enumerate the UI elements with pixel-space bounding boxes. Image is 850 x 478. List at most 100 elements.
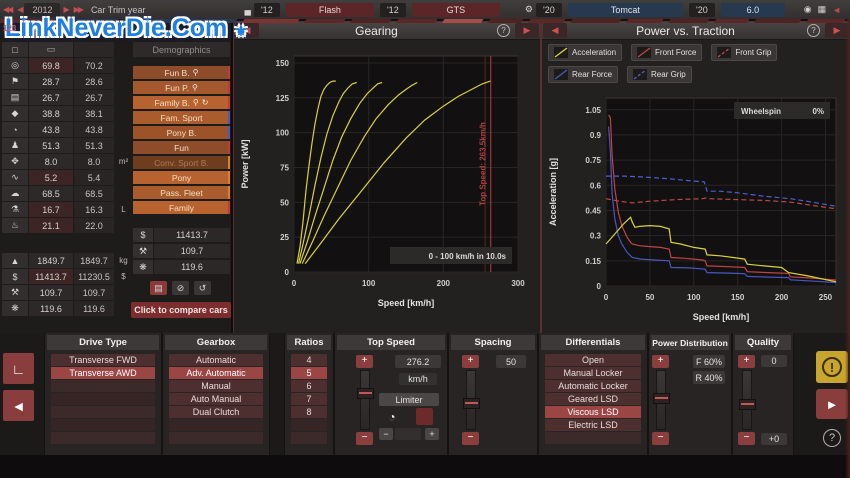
trim-variant-year-badge: '12	[380, 3, 406, 17]
top-speed-minus-button[interactable]: −	[356, 432, 373, 445]
power-dist-minus-button[interactable]: −	[652, 432, 669, 445]
ban-icon[interactable]: ⊘	[172, 281, 189, 295]
legend-front-force[interactable]: Front Force	[631, 44, 702, 61]
top-speed-slider-handle[interactable]	[357, 388, 374, 399]
option-adv-automatic[interactable]: Adv. Automatic	[169, 367, 263, 379]
notes-icon[interactable]: ▤	[150, 281, 167, 295]
help-button[interactable]: ?	[816, 425, 848, 451]
top-speed-plus-button[interactable]: +	[356, 355, 373, 368]
year-next-button[interactable]: ▶	[60, 5, 70, 14]
quality-plus-button[interactable]: +	[738, 355, 755, 368]
option-7[interactable]: 7	[291, 393, 327, 405]
traction-prev-button[interactable]: ◀	[543, 23, 567, 38]
next-step-button[interactable]: ►	[816, 389, 848, 419]
limiter-minus-button[interactable]: −	[379, 428, 393, 440]
wheelspin-label: Wheelspin	[741, 107, 781, 116]
top-speed-slider[interactable]: + −	[356, 355, 373, 445]
spacing-minus-button[interactable]: −	[462, 432, 479, 445]
utility-icon: ▤	[2, 90, 28, 105]
legend-rear-force[interactable]: Rear Force	[548, 66, 618, 83]
demographic-label: Fun P.	[165, 83, 189, 93]
demographic-fun[interactable]: Fun	[133, 141, 230, 154]
power-dist-slider-handle[interactable]	[653, 393, 670, 404]
option-transverse-fwd[interactable]: Transverse FWD	[51, 354, 155, 366]
safety-icon: ◆	[2, 106, 28, 121]
option-electric-lsd[interactable]: Electric LSD	[545, 419, 641, 431]
demographic-family[interactable]: Family	[133, 201, 230, 214]
warning-button[interactable]: !	[816, 351, 848, 383]
option-automatic-locker[interactable]: Automatic Locker	[545, 380, 641, 392]
spacing-value[interactable]: 50	[496, 355, 526, 368]
gallery-icon[interactable]: ▦	[815, 4, 830, 15]
compare-cars-button[interactable]: Click to compare cars	[131, 302, 231, 318]
legend-acceleration[interactable]: Acceleration	[548, 44, 622, 61]
undo-icon[interactable]: ↺	[194, 281, 211, 295]
demographic-conv-sport-b-[interactable]: Conv. Sport B.	[133, 156, 230, 169]
option-manual-locker[interactable]: Manual Locker	[545, 367, 641, 379]
demographic-fun-b-[interactable]: Fun B.⚲	[133, 66, 230, 79]
option-manual[interactable]: Manual	[169, 380, 263, 392]
engine-variant-button[interactable]: 6.0	[721, 3, 785, 17]
legend-front-grip[interactable]: Front Grip	[711, 44, 777, 61]
option-dual-clutch[interactable]: Dual Clutch	[169, 406, 263, 418]
demographic-fam-sport[interactable]: Fam. Sport	[133, 111, 230, 124]
power-distribution-slider[interactable]: + −	[652, 355, 669, 445]
quality-slider[interactable]: + −	[738, 355, 755, 445]
top-speed-slider-track[interactable]	[360, 370, 370, 430]
legend-label: Front Force	[655, 48, 696, 57]
top-speed-unit[interactable]: km/h	[399, 373, 437, 385]
trim-name-button[interactable]: GTS	[412, 3, 500, 17]
demographic-family-b-[interactable]: Family B.⚲↻	[133, 96, 230, 109]
quality-column: Quality + − 0 +0	[732, 333, 794, 455]
spacing-slider-handle[interactable]	[463, 398, 480, 409]
legend-rear-grip[interactable]: Rear Grip	[627, 66, 692, 83]
option-automatic[interactable]: Automatic	[169, 354, 263, 366]
demographic-pony[interactable]: Pony	[133, 171, 230, 184]
option-slot-empty	[291, 419, 327, 431]
limiter-plus-button[interactable]: +	[425, 428, 439, 440]
environmental-unit	[115, 186, 132, 201]
stats-table: □ ▭ ◎69.870.2⚑28.728.6▤26.726.7◆38.838.1…	[2, 42, 132, 234]
option-slot-empty	[169, 419, 263, 431]
quality-minus-button[interactable]: −	[738, 432, 755, 445]
spacing-plus-button[interactable]: +	[462, 355, 479, 368]
option-auto-manual[interactable]: Auto Manual	[169, 393, 263, 405]
demographic-pony-b-[interactable]: Pony B.	[133, 126, 230, 139]
option-8[interactable]: 8	[291, 406, 327, 418]
limiter-value[interactable]	[395, 428, 421, 440]
tick-label: 100	[687, 293, 701, 302]
gearing-next-button[interactable]: ▶	[515, 23, 539, 38]
option-open[interactable]: Open	[545, 354, 641, 366]
top-speed-value[interactable]: 276.2	[395, 355, 441, 368]
year-prev-button[interactable]: ◀	[14, 5, 24, 14]
engine-family-button[interactable]: Tomcat	[568, 3, 683, 17]
year-last-button[interactable]: ▶▶	[71, 5, 85, 14]
graph-view-button[interactable]: ∟	[3, 353, 34, 384]
traction-help-icon[interactable]: ?	[807, 24, 820, 37]
spacing-slider[interactable]: + −	[462, 355, 479, 445]
demographic-pass-fleet[interactable]: Pass. Fleet	[133, 186, 230, 199]
gearing-help-icon[interactable]: ?	[497, 24, 510, 37]
quality-slider-handle[interactable]	[739, 399, 756, 410]
model-name-button[interactable]: Flash	[286, 3, 374, 17]
option-transverse-awd[interactable]: Transverse AWD	[51, 367, 155, 379]
traction-chart: 05010015020025000.150.30.450.60.750.91.0…	[544, 88, 846, 328]
price-compare-value: 11230.5	[74, 269, 114, 284]
tick-label: 25	[280, 233, 289, 242]
photo-mode-icon[interactable]: ◉	[801, 4, 815, 15]
limiter-toggle[interactable]	[416, 408, 433, 425]
comfort-icon: ◔	[2, 122, 28, 137]
option-6[interactable]: 6	[291, 380, 327, 392]
power-dist-plus-button[interactable]: +	[652, 355, 669, 368]
option-4[interactable]: 4	[291, 354, 327, 366]
back-icon[interactable]: ◄	[829, 5, 844, 15]
year-first-button[interactable]: ◀◀	[0, 5, 14, 14]
demographic-fun-p-[interactable]: Fun P.⚲	[133, 81, 230, 94]
option-5[interactable]: 5	[291, 367, 327, 379]
gearing-panel-header: ◀ Gearing ? ▶	[234, 22, 540, 40]
option-viscous-lsd[interactable]: Viscous LSD	[545, 406, 641, 418]
back-button[interactable]: ◄	[3, 390, 34, 421]
option-geared-lsd[interactable]: Geared LSD	[545, 393, 641, 405]
car-icon: ▄	[241, 5, 253, 15]
footprint-unit: m²	[115, 154, 132, 169]
